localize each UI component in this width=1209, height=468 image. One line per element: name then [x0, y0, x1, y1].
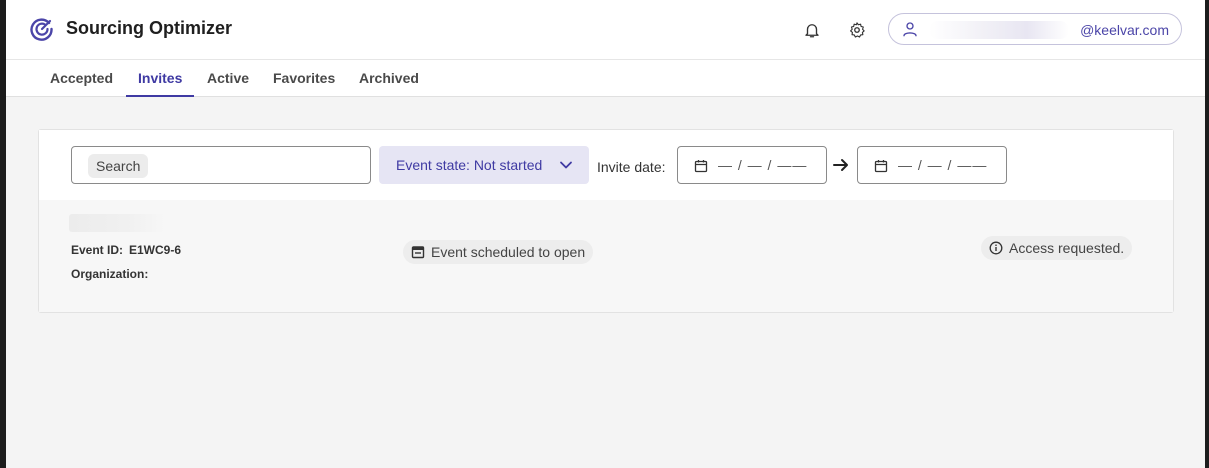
- event-status-label: Event scheduled to open: [431, 244, 586, 260]
- invite-date-to-field[interactable]: — / — / ——: [857, 146, 1007, 184]
- event-id-value: E1WC9-6: [129, 243, 182, 257]
- notifications-button[interactable]: [799, 17, 825, 43]
- gear-icon: [850, 22, 865, 38]
- redacted-username: [929, 21, 1069, 39]
- settings-button[interactable]: [844, 17, 870, 43]
- search-label: Search: [88, 154, 149, 178]
- date-to-placeholder: — / — / ——: [898, 157, 988, 173]
- access-status-label: Access requested.: [1009, 240, 1125, 256]
- tab-favorites[interactable]: Favorites: [261, 70, 347, 97]
- app-title: Sourcing Optimizer: [66, 18, 233, 38]
- invite-date-from-field[interactable]: — / — / ——: [677, 146, 827, 184]
- user-email-domain: @keelvar.com: [1080, 22, 1169, 38]
- event-status-chip: Event scheduled to open: [403, 240, 594, 264]
- tab-accepted[interactable]: Accepted: [38, 70, 125, 97]
- event-state-label: Event state: Not started: [396, 157, 543, 173]
- search-input[interactable]: Search: [71, 146, 371, 184]
- redacted-event-name: [69, 214, 165, 232]
- bell-icon: [805, 24, 819, 38]
- app-window: Sourcing Optimizer @keelvar.com Accepted…: [6, 0, 1205, 468]
- arrow-right-icon: [833, 159, 848, 171]
- tab-bar: Accepted Invites Active Favorites Archiv…: [6, 60, 1205, 97]
- user-icon: [903, 22, 917, 37]
- calendar-icon: [874, 160, 888, 173]
- calendar-icon: [694, 160, 708, 173]
- user-menu-button[interactable]: @keelvar.com: [888, 13, 1182, 45]
- sourcing-optimizer-logo-icon[interactable]: [30, 17, 54, 41]
- info-icon: [989, 241, 1003, 255]
- event-state-dropdown[interactable]: Event state: Not started: [379, 146, 589, 184]
- tab-invites[interactable]: Invites: [126, 70, 195, 97]
- calendar-icon: [411, 246, 425, 259]
- invite-date-label: Invite date:: [597, 159, 666, 175]
- chevron-down-icon: [560, 161, 572, 169]
- event-row[interactable]: Event ID: E1WC9-6 Organization: Event sc…: [39, 200, 1173, 312]
- tab-archived[interactable]: Archived: [347, 70, 431, 97]
- access-status-chip: Access requested.: [981, 236, 1133, 260]
- filter-bar: Search Event state: Not started Invite d…: [39, 130, 1173, 200]
- invites-card: Search Event state: Not started Invite d…: [38, 129, 1174, 313]
- top-header: Sourcing Optimizer @keelvar.com: [6, 0, 1205, 60]
- date-from-placeholder: — / — / ——: [718, 157, 808, 173]
- tab-active[interactable]: Active: [195, 70, 261, 97]
- event-id-label: Event ID:: [71, 243, 124, 257]
- organization-label: Organization:: [71, 267, 149, 281]
